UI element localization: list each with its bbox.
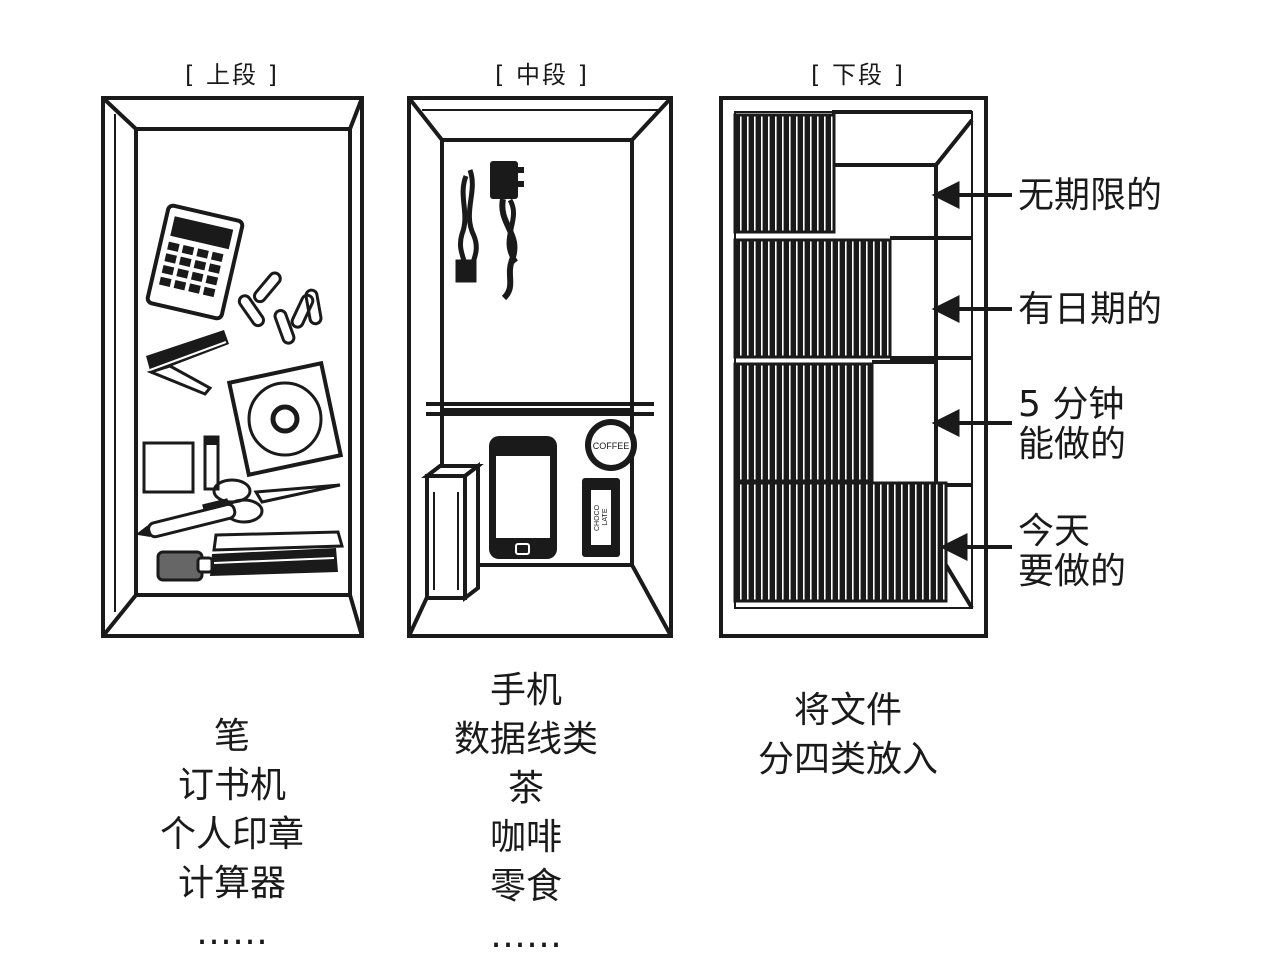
arrows [931, 181, 1012, 561]
seal-icon [203, 435, 220, 491]
file-label-2: 有日期的 [1018, 289, 1163, 330]
file-label-1: 无期限的 [1018, 175, 1163, 216]
stapler-long-icon [210, 530, 344, 576]
caption-middle-item: 零食 [489, 866, 563, 907]
caption-middle-item: 茶 [507, 768, 545, 809]
caption-top-item: 个人印章 [159, 814, 305, 855]
caption-middle-item: 咖啡 [489, 817, 563, 858]
sticky-note-icon [142, 441, 195, 494]
calculator-icon [145, 203, 245, 321]
file-stack-1-icon [733, 113, 836, 234]
file-label-4-line2: 要做的 [1018, 551, 1127, 592]
file-label-3-line2: 能做的 [1018, 424, 1127, 465]
caption-bottom-item: 将文件 [793, 690, 903, 731]
stapler-icon [146, 330, 229, 396]
caption-top-item: 笔 [213, 716, 251, 757]
cd-icon [226, 360, 344, 478]
caption-top-item: 订书机 [177, 765, 287, 806]
cable-icon [455, 169, 479, 283]
caption-top-item: …… [195, 912, 268, 953]
tag-icon [156, 550, 214, 582]
file-stack-3-icon [733, 362, 874, 483]
file-stack-4-icon [733, 481, 948, 603]
coffee-text: COFFEE [593, 441, 630, 451]
caption-middle-item: 数据线类 [453, 719, 599, 760]
caption-middle-item: 手机 [489, 670, 563, 711]
charger-icon [490, 161, 524, 301]
caption-top-item: 计算器 [177, 863, 287, 904]
paper-clips-icon [237, 271, 323, 345]
section-header-middle: [ 中段 ] [495, 61, 589, 89]
phone-icon [489, 436, 557, 559]
caption-top: 笔 订书机 个人印章 计算器 …… [160, 712, 304, 957]
caption-bottom-item: 分四类放入 [757, 739, 939, 780]
chocolate-icon: CHOCO LATE [582, 478, 620, 557]
file-label-3-line1: 5 分钟 [1018, 384, 1125, 425]
file-label-4: 今天 要做的 [1018, 512, 1126, 592]
tea-box-icon [421, 461, 484, 603]
coffee-icon: COFFEE [585, 419, 637, 471]
file-label-3: 5 分钟 能做的 [1018, 385, 1126, 465]
file-stack-2-icon [733, 238, 892, 359]
caption-bottom: 将文件 分四类放入 [758, 686, 938, 784]
caption-middle: 手机 数据线类 茶 咖啡 零食 …… [454, 666, 598, 960]
section-header-top: [ 上段 ] [185, 61, 279, 89]
file-label-4-line1: 今天 [1018, 511, 1091, 552]
section-header-bottom: [ 下段 ] [811, 61, 905, 89]
caption-middle-item: …… [489, 915, 562, 956]
